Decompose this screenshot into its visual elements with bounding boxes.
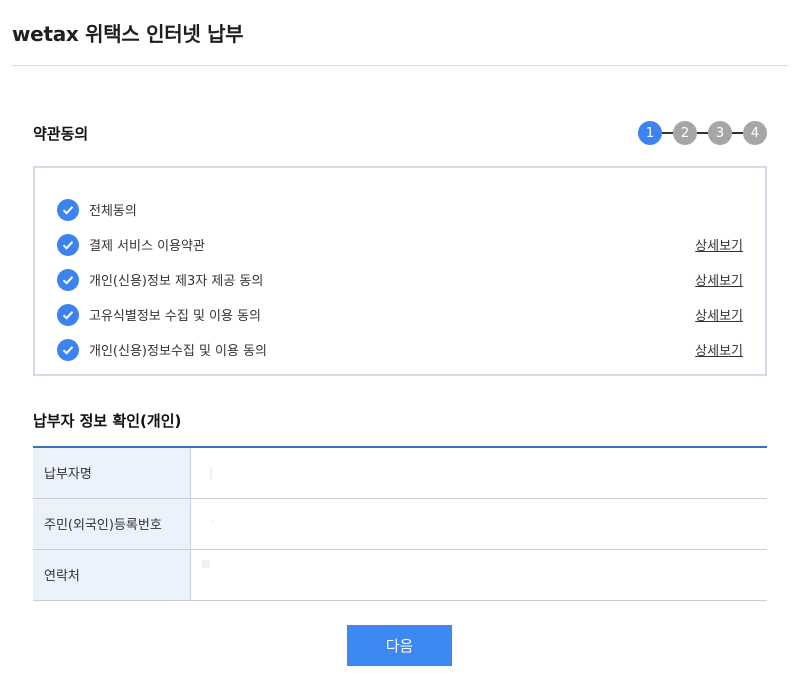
step-connector bbox=[732, 132, 743, 134]
checkmark-icon bbox=[62, 205, 74, 215]
payer-name-value bbox=[190, 447, 767, 498]
checkmark-icon bbox=[62, 310, 74, 320]
checkmark-icon bbox=[62, 275, 74, 285]
checkmark-icon bbox=[62, 345, 74, 355]
step-1: 1 bbox=[638, 121, 662, 145]
step-connector bbox=[697, 132, 708, 134]
table-row: 연락처 bbox=[33, 549, 767, 600]
agree-all-row: 전체동의 bbox=[57, 192, 743, 227]
resident-number-label: 주민(외국인)등록번호 bbox=[33, 498, 191, 549]
terms-agreement-box: 전체동의 결제 서비스 이용약관 상세보기 개인(신용)정보 제3자 제공 동의… bbox=[33, 166, 767, 376]
step-4: 4 bbox=[743, 121, 767, 145]
app-title: wetax 위택스 인터넷 납부 bbox=[12, 22, 244, 46]
table-row: 주민(외국인)등록번호 bbox=[33, 498, 767, 549]
agree-all-label: 전체동의 bbox=[89, 204, 137, 219]
table-row: 납부자명 bbox=[33, 447, 767, 498]
payer-info-table: 납부자명 주민(외국인)등록번호 연락처 bbox=[33, 446, 767, 601]
progress-stepper: 1 2 3 4 bbox=[638, 121, 767, 145]
third-party-consent-label: 개인(신용)정보 제3자 제공 동의 bbox=[89, 274, 264, 289]
terms-item-row: 개인(신용)정보수집 및 이용 동의 상세보기 bbox=[57, 332, 743, 367]
unique-id-consent-label: 고유식별정보 수집 및 이용 동의 bbox=[89, 309, 262, 324]
payment-terms-checkbox[interactable] bbox=[57, 233, 79, 256]
third-party-consent-checkbox[interactable] bbox=[57, 268, 79, 291]
unique-id-consent-detail-link[interactable]: 상세보기 bbox=[695, 305, 743, 324]
terms-item-row: 개인(신용)정보 제3자 제공 동의 상세보기 bbox=[57, 262, 743, 297]
personal-info-consent-label: 개인(신용)정보수집 및 이용 동의 bbox=[89, 344, 268, 359]
unique-id-consent-checkbox[interactable] bbox=[57, 303, 79, 326]
step-2: 2 bbox=[673, 121, 697, 145]
terms-item-row: 결제 서비스 이용약관 상세보기 bbox=[57, 227, 743, 262]
checkmark-icon bbox=[62, 240, 74, 250]
contact-label: 연락처 bbox=[33, 549, 191, 600]
resident-number-value bbox=[190, 498, 767, 549]
step-connector bbox=[662, 132, 673, 134]
app-header: wetax 위택스 인터넷 납부 bbox=[12, 18, 788, 66]
personal-info-consent-detail-link[interactable]: 상세보기 bbox=[695, 340, 743, 359]
payer-name-label: 납부자명 bbox=[33, 447, 191, 498]
next-button[interactable]: 다음 bbox=[347, 625, 452, 666]
payment-terms-label: 결제 서비스 이용약관 bbox=[89, 239, 205, 254]
terms-section-title: 약관동의 bbox=[33, 125, 89, 143]
step-3: 3 bbox=[708, 121, 732, 145]
agree-all-checkbox[interactable] bbox=[57, 198, 79, 221]
personal-info-consent-checkbox[interactable] bbox=[57, 338, 79, 361]
payment-terms-detail-link[interactable]: 상세보기 bbox=[695, 235, 743, 254]
payer-section-title: 납부자 정보 확인(개인) bbox=[33, 412, 182, 430]
terms-item-row: 고유식별정보 수집 및 이용 동의 상세보기 bbox=[57, 297, 743, 332]
third-party-consent-detail-link[interactable]: 상세보기 bbox=[695, 270, 743, 289]
contact-value bbox=[190, 549, 767, 600]
